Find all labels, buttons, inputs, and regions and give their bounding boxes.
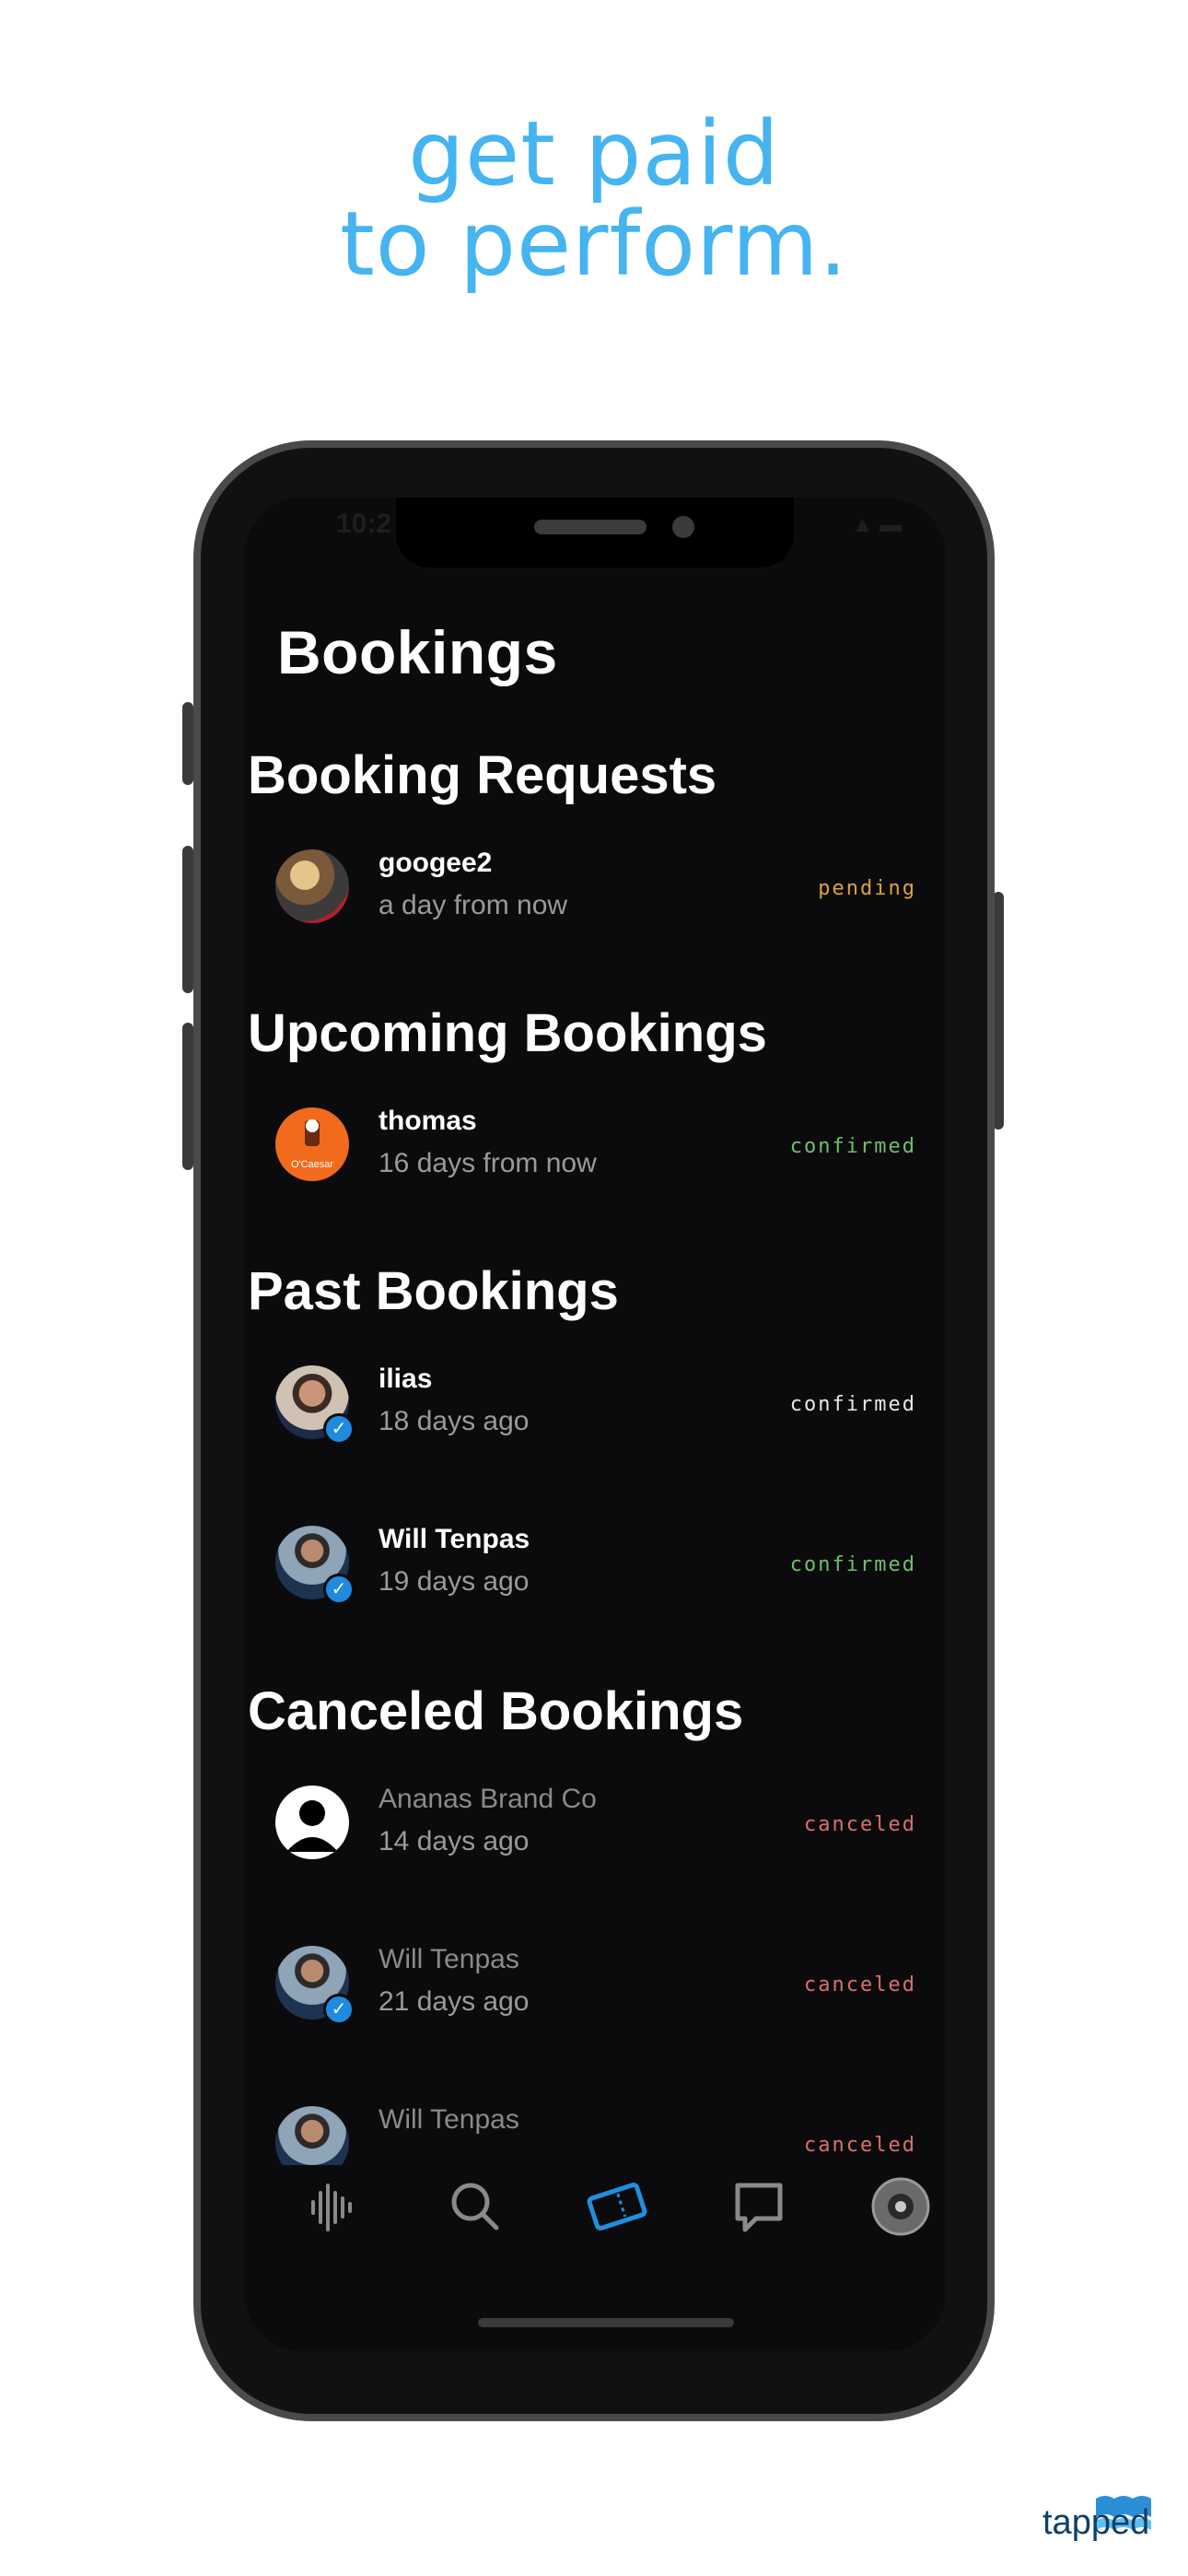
- booking-name: Will Tenpas: [379, 1944, 519, 1974]
- booking-time: 18 days ago: [379, 1406, 530, 1436]
- status-badge: confirmed: [789, 1553, 916, 1576]
- chat-icon: [735, 2183, 783, 2232]
- tab-profile[interactable]: [859, 2165, 942, 2248]
- status-badge: confirmed: [789, 1393, 916, 1416]
- avatar-label: O'Caesar: [290, 1159, 334, 1170]
- page-title: Bookings: [277, 618, 558, 686]
- tab-messages[interactable]: [717, 2165, 800, 2248]
- booking-time: 19 days ago: [379, 1566, 530, 1597]
- booking-name: thomas: [379, 1106, 477, 1136]
- tapped-logo-mark: tapped: [1042, 2496, 1151, 2542]
- verified-icon: ✓: [323, 1574, 355, 1605]
- verified-icon: ✓: [323, 1413, 355, 1445]
- phone-screen: 10:2 ▲ ▬ Bookings Booking Requests googe…: [244, 498, 946, 2351]
- phone-volume-down: [182, 1023, 193, 1170]
- section-title-upcoming: Upcoming Bookings: [248, 1003, 767, 1063]
- booking-name: ilias: [379, 1364, 433, 1394]
- status-badge: pending: [818, 877, 916, 900]
- tab-discover[interactable]: [290, 2165, 373, 2248]
- booking-row[interactable]: O'Caesar thomas 16 days from now confirm…: [244, 1106, 946, 1207]
- booking-row[interactable]: Will Tenpas canceled: [244, 2104, 946, 2165]
- profile-avatar-icon: [871, 2177, 930, 2236]
- booking-name: Will Tenpas: [379, 1524, 530, 1554]
- tab-bar: [244, 2165, 946, 2248]
- avatar: [275, 849, 349, 923]
- booking-row[interactable]: googee2 a day from now pending: [244, 848, 946, 949]
- headline-line-1: get paid: [408, 102, 780, 205]
- ticket-icon: [587, 2183, 647, 2231]
- tapped-logo: tapped: [1041, 2491, 1160, 2570]
- search-icon: [451, 2183, 499, 2231]
- notch: [396, 498, 794, 568]
- booking-row[interactable]: ✓ Will Tenpas 19 days ago confirmed: [244, 1524, 946, 1625]
- booking-row[interactable]: ✓ Will Tenpas 21 days ago canceled: [244, 1944, 946, 2045]
- section-title-canceled: Canceled Bookings: [248, 1681, 744, 1741]
- home-indicator[interactable]: [478, 2318, 734, 2327]
- status-time: 10:2: [336, 509, 392, 539]
- mascot-icon: [305, 1119, 320, 1146]
- waveform-icon: [311, 2184, 352, 2231]
- phone-volume-up: [182, 846, 193, 993]
- front-camera: [672, 516, 694, 538]
- avatar: [275, 2106, 349, 2165]
- booking-row[interactable]: ✓ ilias 18 days ago confirmed: [244, 1364, 946, 1465]
- booking-time: 14 days ago: [379, 1826, 530, 1856]
- headline-line-2: to perform.: [340, 193, 848, 296]
- booking-row[interactable]: Ananas Brand Co 14 days ago canceled: [244, 1784, 946, 1885]
- booking-name: Will Tenpas: [379, 2104, 519, 2135]
- avatar: ✓: [275, 1365, 355, 1445]
- status-badge: canceled: [804, 2134, 916, 2157]
- booking-name: Ananas Brand Co: [379, 1784, 597, 1814]
- svg-text:tapped: tapped: [1042, 2503, 1149, 2542]
- phone-silent-switch: [182, 702, 193, 785]
- section-title-requests: Booking Requests: [248, 745, 717, 805]
- speaker-grille: [534, 520, 646, 534]
- booking-name: googee2: [379, 848, 493, 878]
- tab-bookings[interactable]: [576, 2165, 658, 2248]
- status-badge: canceled: [804, 1973, 916, 1996]
- avatar: ✓: [275, 1946, 355, 2025]
- status-badge: confirmed: [789, 1135, 916, 1158]
- booking-time: a day from now: [379, 890, 568, 920]
- verified-icon: ✓: [323, 1994, 355, 2025]
- avatar: ✓: [275, 1526, 355, 1605]
- default-user-icon: [286, 1800, 338, 1852]
- status-icons: ▲ ▬: [851, 512, 902, 537]
- section-title-past: Past Bookings: [248, 1261, 619, 1321]
- booking-time: 16 days from now: [379, 1148, 597, 1178]
- booking-time: 21 days ago: [379, 1986, 530, 2017]
- headline: get paid to perform.: [0, 109, 1188, 289]
- status-badge: canceled: [804, 1813, 916, 1836]
- avatar: O'Caesar: [275, 1107, 349, 1181]
- tab-search[interactable]: [434, 2165, 517, 2248]
- avatar: [275, 1786, 349, 1859]
